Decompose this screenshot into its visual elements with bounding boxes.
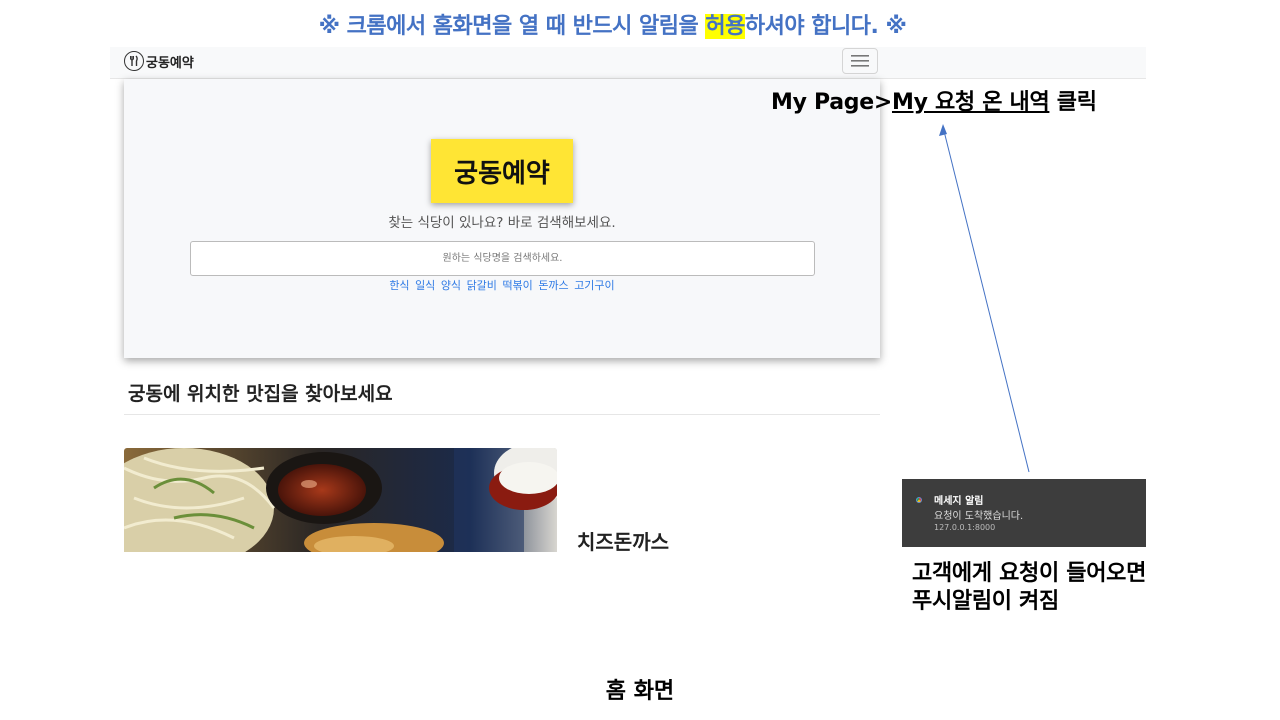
- annotation-mypage-link: My 요청 온 내역: [891, 90, 1050, 115]
- category-link[interactable]: 닭갈비: [467, 279, 497, 292]
- notice-prefix: ※ 크롬에서 홈화면을 열 때 반드시 알림을: [318, 14, 706, 39]
- section-title: 궁동에 위치한 맛집을 찾아보세요: [128, 383, 393, 405]
- category-link[interactable]: 한식: [389, 279, 409, 292]
- push-origin: 127.0.0.1:8000: [934, 523, 996, 532]
- restaurant-image[interactable]: [124, 448, 557, 552]
- fork-knife-icon: [124, 51, 144, 71]
- slide-caption: 홈 화면: [605, 679, 675, 704]
- navbar-brand[interactable]: 궁동예약: [124, 51, 194, 71]
- category-link[interactable]: 일식: [415, 279, 435, 292]
- push-title: 메세지 알림: [934, 496, 984, 507]
- hamburger-icon: [851, 55, 869, 67]
- category-link[interactable]: 고기구이: [574, 279, 614, 292]
- notice-highlight: 허용: [705, 14, 745, 39]
- hero-card: 궁동예약 찾는 식당이 있나요? 바로 검색해보세요. 한식 일식 양식 닭갈비…: [124, 79, 880, 358]
- push-notification[interactable]: 메세지 알림 요청이 도착했습니다. 127.0.0.1:8000: [902, 479, 1146, 547]
- hero-logo: 궁동예약: [431, 139, 573, 203]
- category-links: 한식 일식 양식 닭갈비 떡볶이 돈까스 고기구이: [124, 277, 880, 293]
- search-input[interactable]: [190, 241, 815, 276]
- category-link[interactable]: 떡볶이: [502, 279, 532, 292]
- annotation-mypage-prefix: My Page>: [771, 90, 892, 115]
- category-link[interactable]: 돈까스: [538, 279, 568, 292]
- annotation-mypage: My Page>My 요청 온 내역 클릭: [771, 84, 1097, 116]
- annotation-push-line2: 푸시알림이 켜짐: [912, 589, 1059, 614]
- annotation-push-line1: 고객에게 요청이 들어오면: [912, 561, 1147, 586]
- navbar: 궁동예약: [110, 47, 1146, 79]
- notice-suffix: 하셔야 합니다. ※: [744, 14, 907, 39]
- hero-subtitle: 찾는 식당이 있나요? 바로 검색해보세요.: [388, 215, 616, 231]
- menu-toggle-button[interactable]: [842, 48, 878, 74]
- brand-name: 궁동예약: [146, 55, 194, 71]
- divider: [124, 414, 880, 415]
- chrome-icon: [914, 495, 924, 505]
- category-link[interactable]: 양식: [441, 279, 461, 292]
- restaurant-name[interactable]: 치즈돈까스: [577, 526, 669, 555]
- annotation-push: 고객에게 요청이 들어오면 푸시알림이 켜짐: [912, 560, 1146, 616]
- annotation-mypage-suffix: 클릭: [1049, 90, 1097, 115]
- notice-banner: ※ 크롬에서 홈화면을 열 때 반드시 알림을 허용하셔야 합니다. ※: [0, 8, 1225, 40]
- push-body: 요청이 도착했습니다.: [934, 511, 1024, 522]
